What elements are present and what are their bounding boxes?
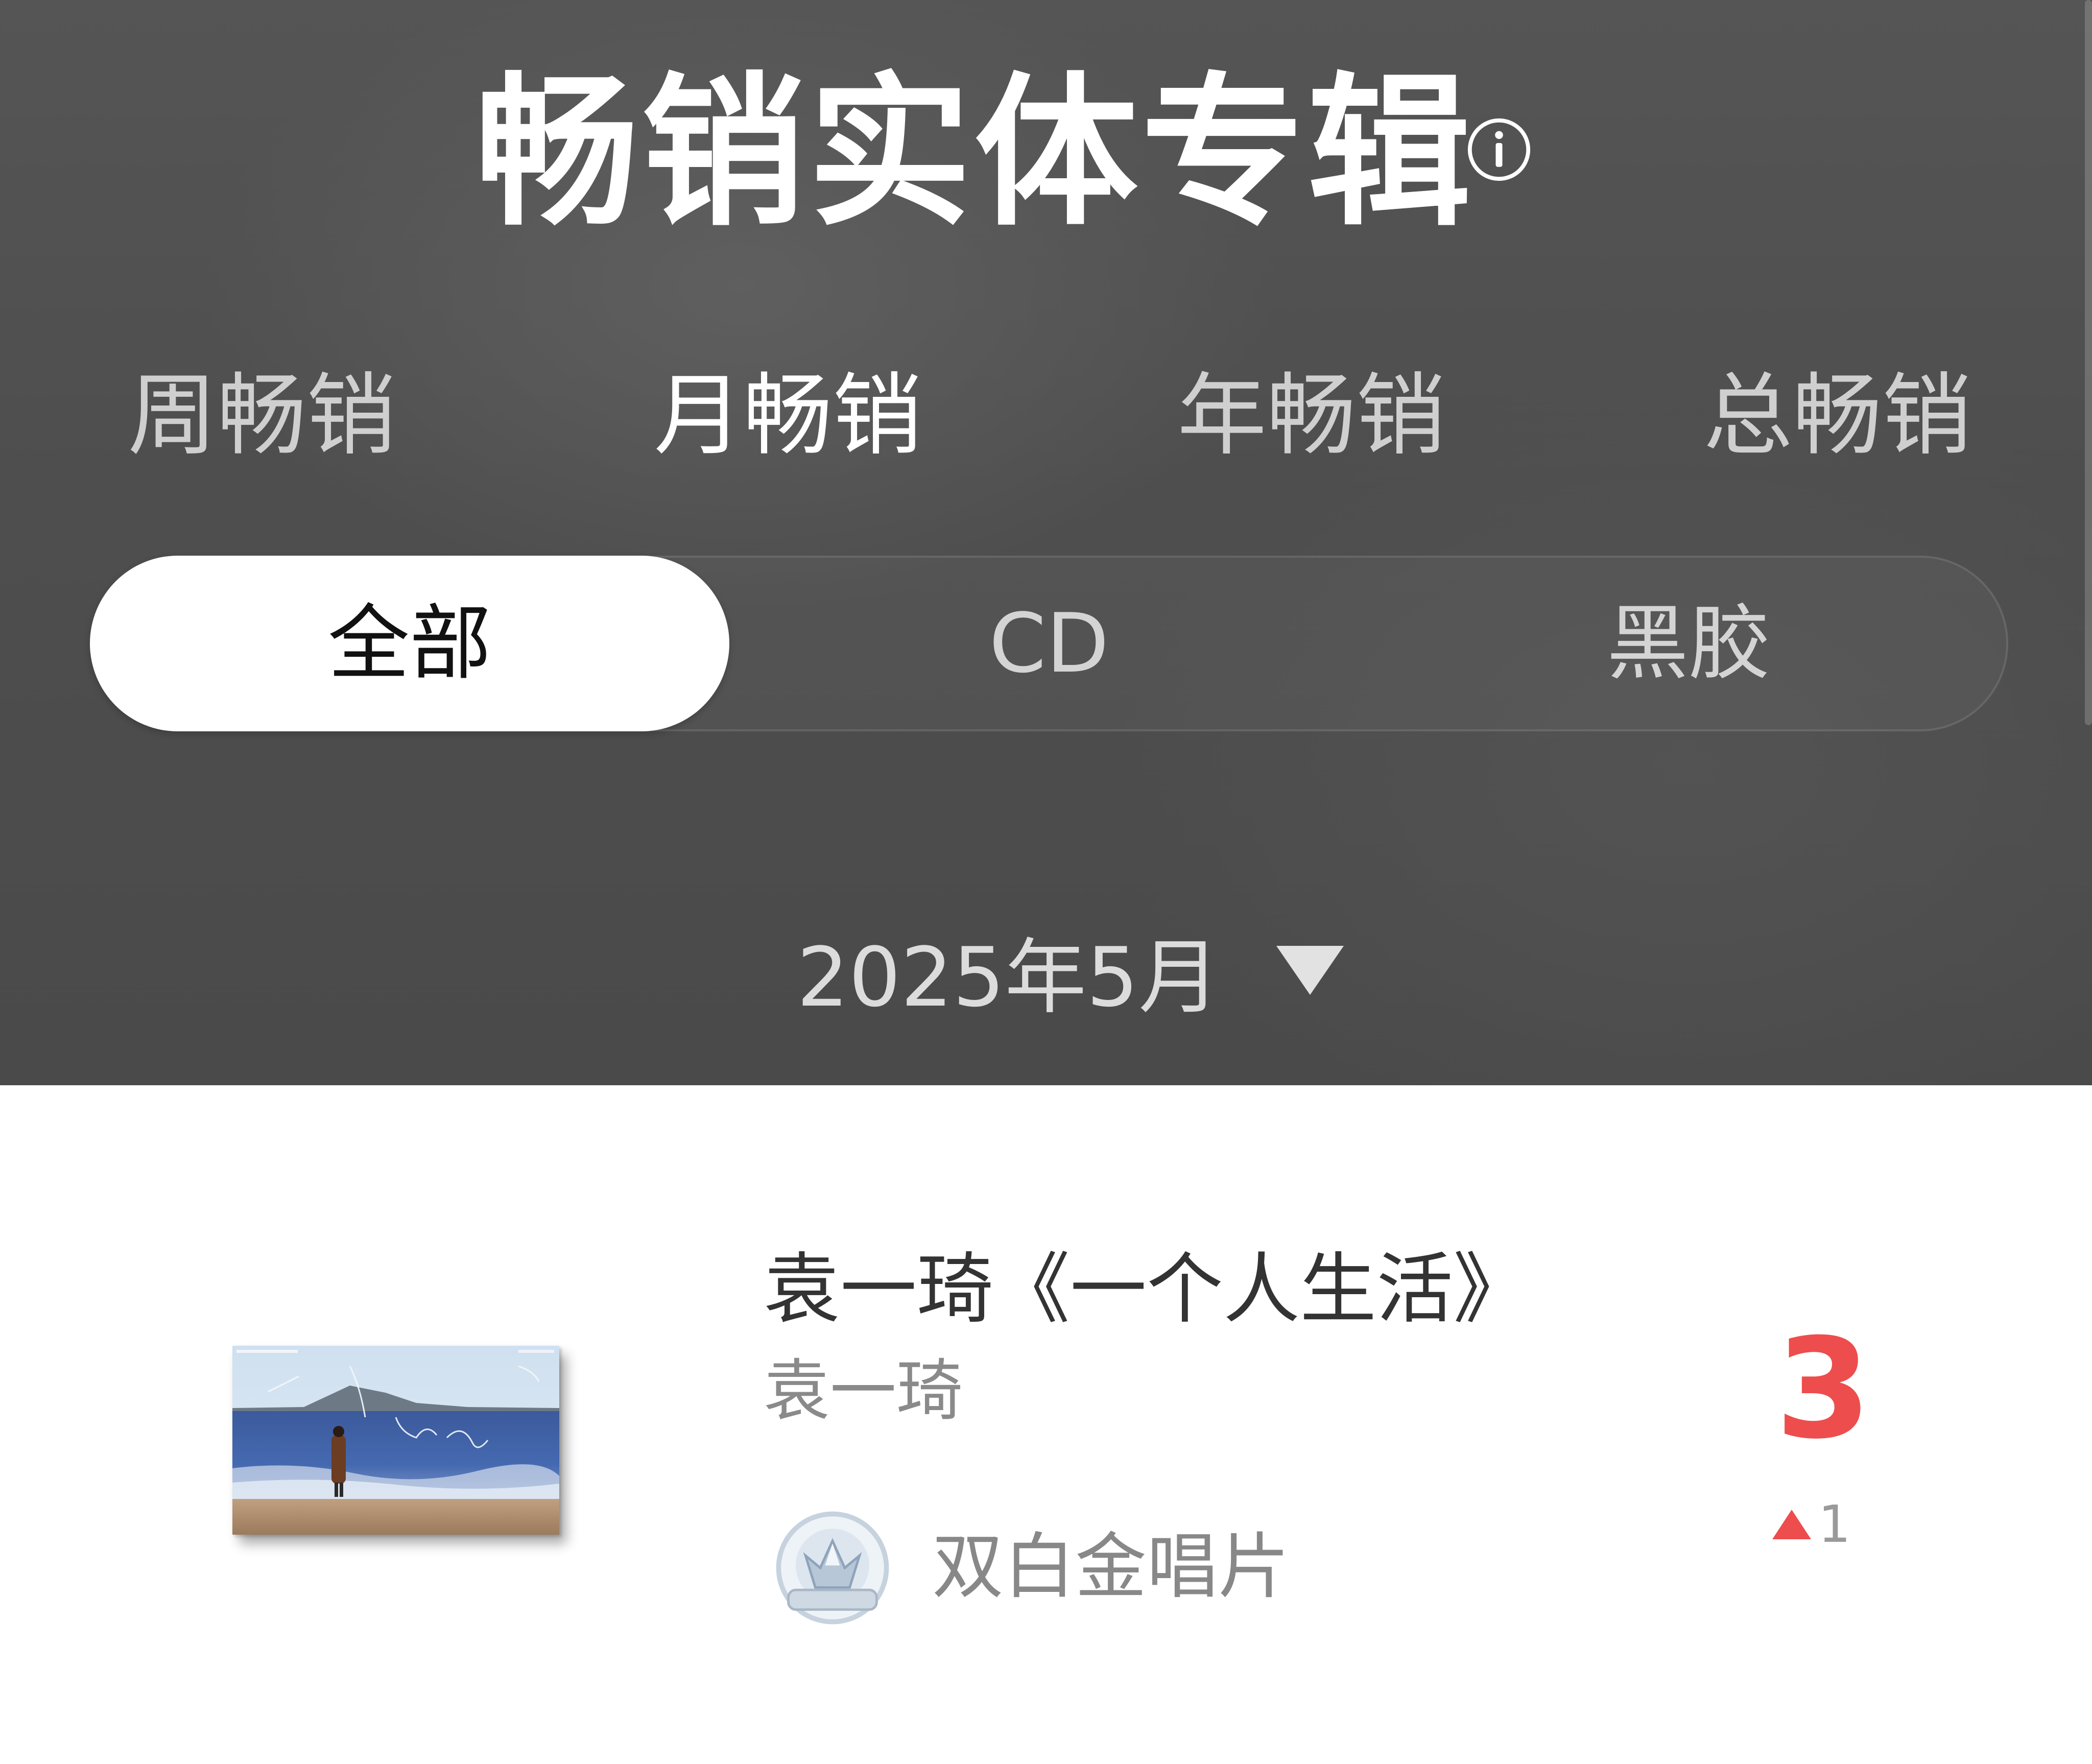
certification-label: 双白金唱片 — [932, 1525, 1290, 1609]
page-title: 畅销实体专辑 — [475, 58, 1474, 248]
tab-weekly[interactable]: 周畅销 — [128, 365, 396, 467]
album-artist[interactable]: 袁一琦 — [764, 1351, 963, 1431]
triangle-up-icon — [1772, 1510, 1811, 1539]
date-selector[interactable]: 2025年5月 — [797, 919, 1344, 1025]
format-tab-cd[interactable]: CD — [729, 556, 1369, 731]
format-segmented-control: 全部 CD 黑胶 — [90, 556, 2008, 731]
period-tabs: 周畅销 月畅销 年畅销 总畅销 — [0, 365, 2092, 467]
triangle-down-icon — [1276, 946, 1344, 995]
list-item[interactable]: 袁一琦《一个人生活》 袁一琦 双白金唱片 3 1 — [0, 1085, 2092, 1764]
info-icon[interactable] — [1466, 116, 1532, 183]
tab-all-time[interactable]: 总畅销 — [1703, 365, 1971, 467]
rank-change-value: 1 — [1818, 1494, 1851, 1554]
tab-yearly[interactable]: 年畅销 — [1177, 365, 1445, 467]
format-tab-all[interactable]: 全部 — [90, 556, 729, 731]
format-tab-vinyl[interactable]: 黑胶 — [1369, 556, 2008, 731]
tab-monthly[interactable]: 月畅销 — [654, 365, 922, 467]
album-cover[interactable] — [232, 1346, 559, 1535]
rank-number: 3 — [1775, 1308, 1871, 1469]
date-label: 2025年5月 — [797, 929, 1220, 1025]
chart-header: 畅销实体专辑 周畅销 月畅销 年畅销 总畅销 全部 CD 黑胶 2025年5月 — [0, 0, 2092, 1085]
scrollbar[interactable] — [2085, 0, 2092, 725]
album-title[interactable]: 袁一琦《一个人生活》 — [764, 1244, 1530, 1336]
rank-change: 1 — [1772, 1499, 1851, 1550]
crown-badge-icon — [776, 1511, 889, 1625]
